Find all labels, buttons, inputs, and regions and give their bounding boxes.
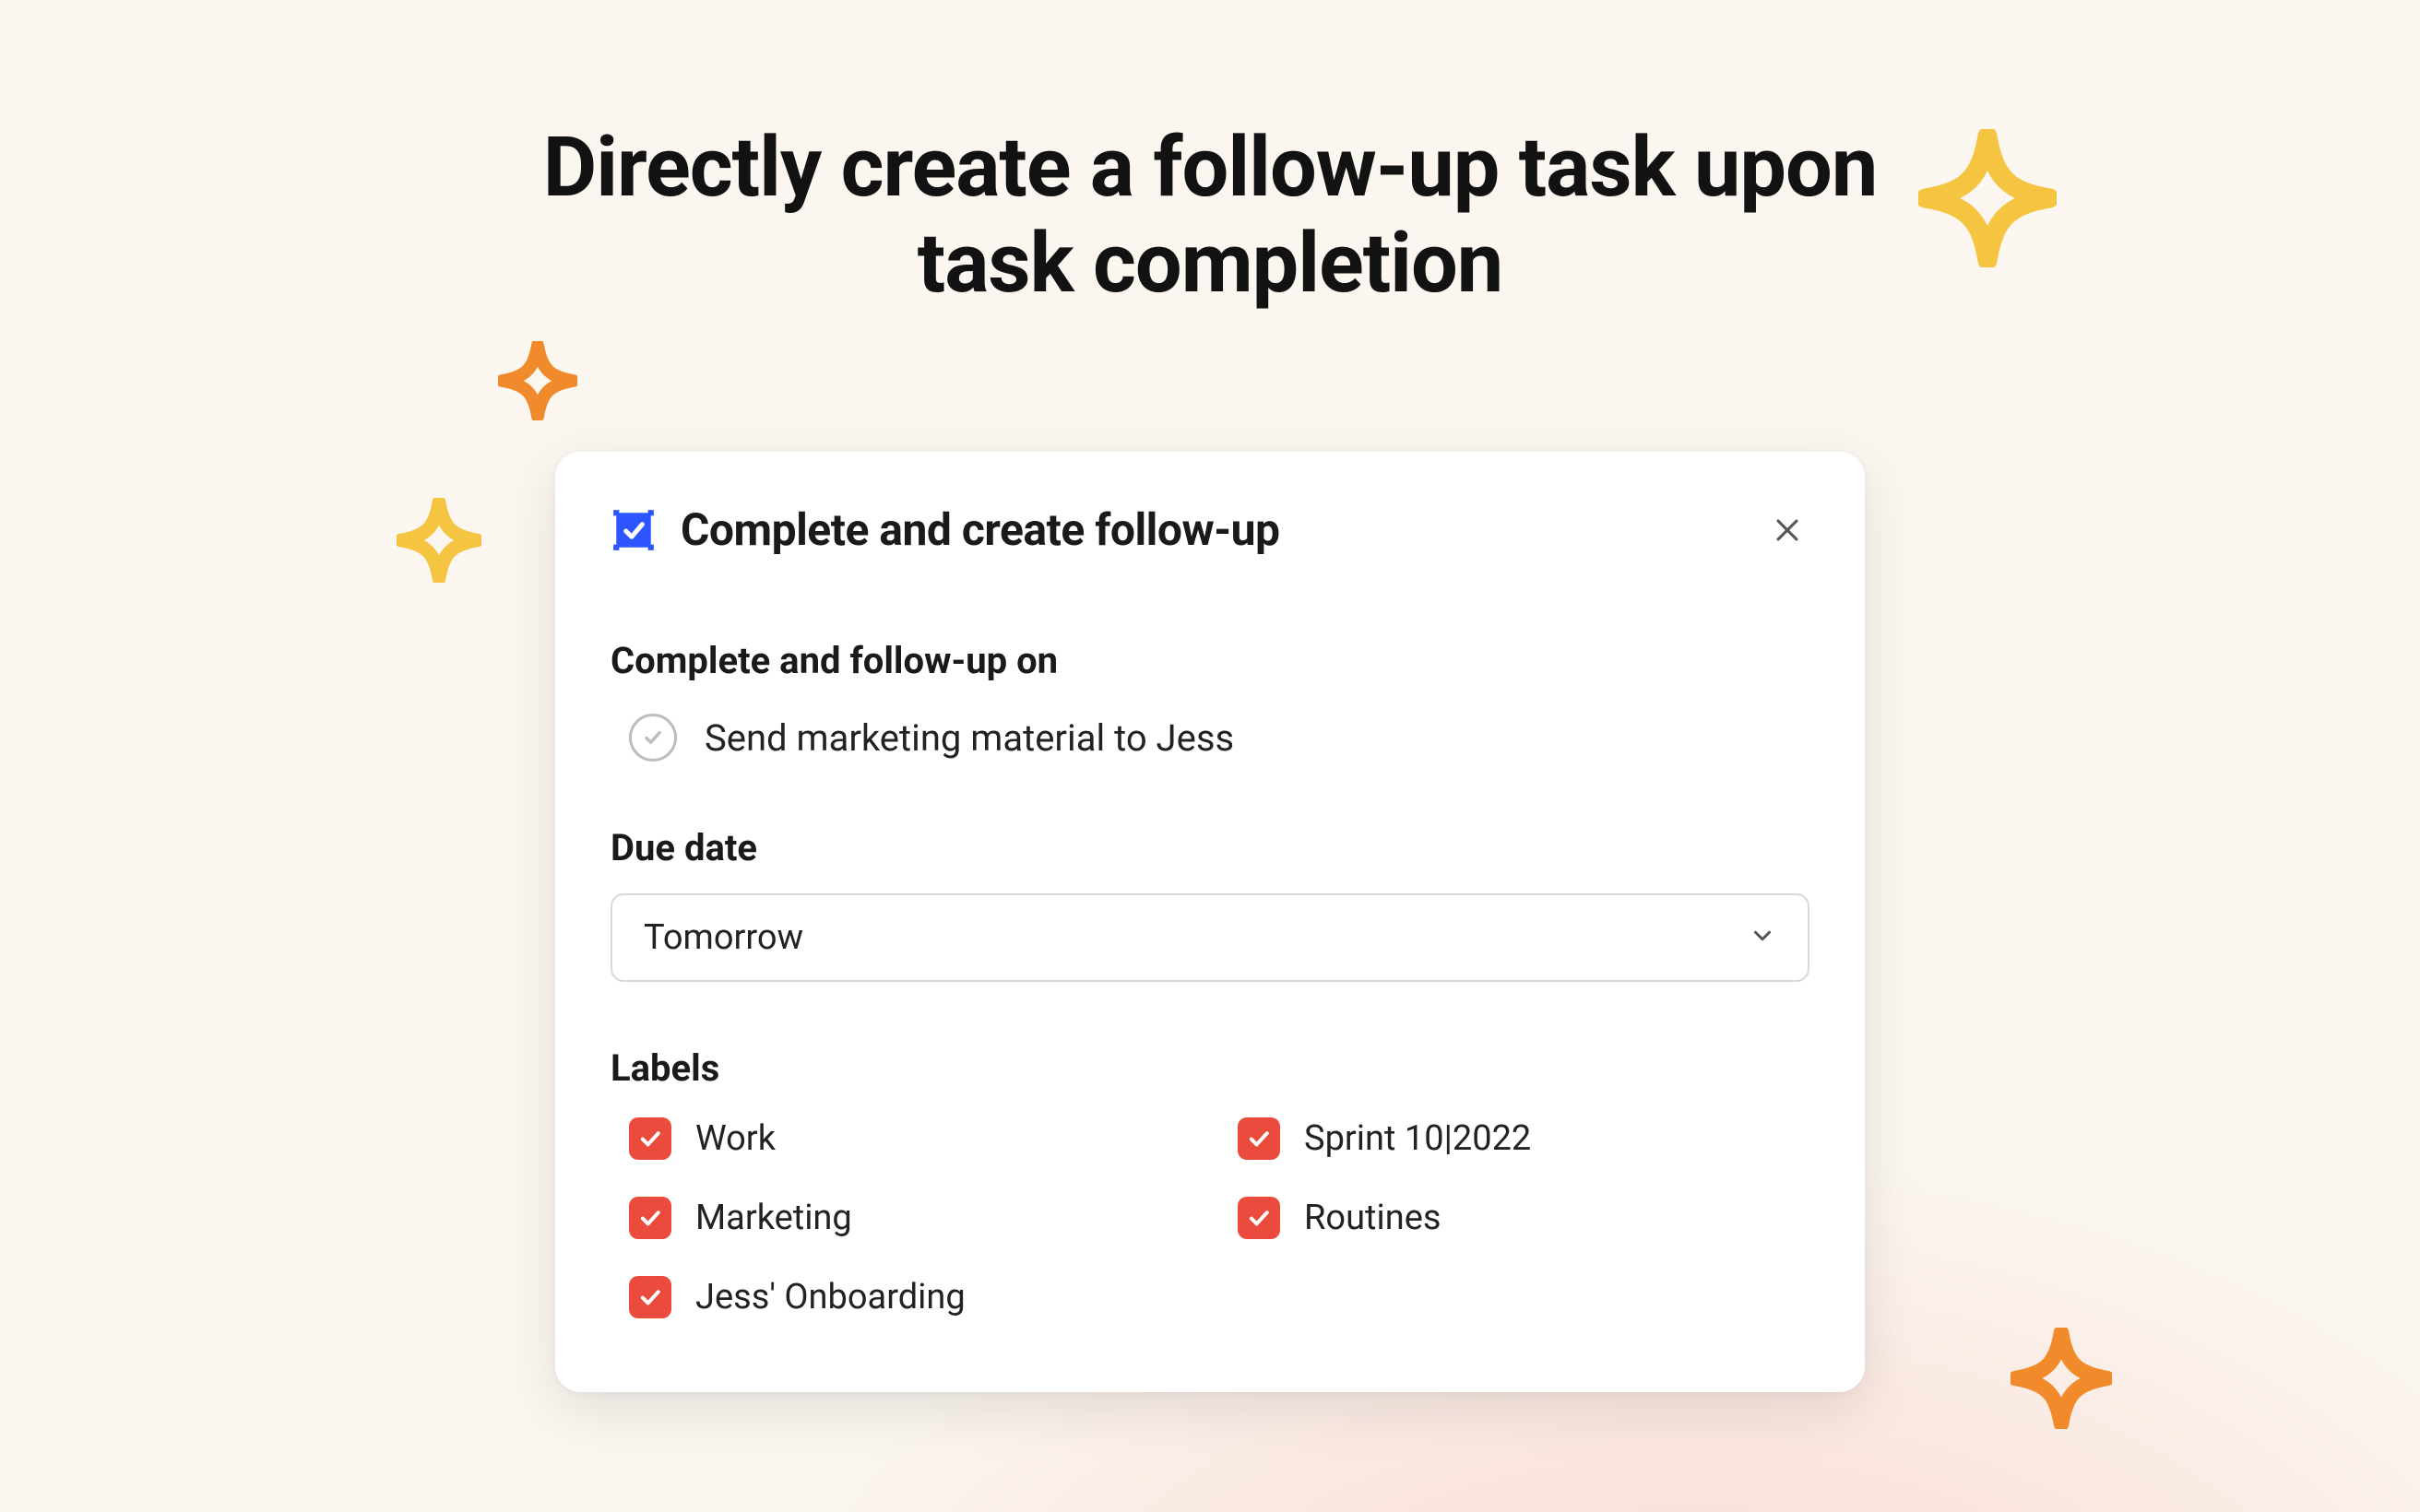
due-date-select[interactable]: Tomorrow	[611, 893, 1809, 982]
task-complete-circle-icon	[629, 714, 677, 762]
label-text: Routines	[1304, 1198, 1441, 1238]
close-button[interactable]	[1765, 508, 1809, 552]
label-checkbox-onboarding[interactable]: Jess' Onboarding	[629, 1276, 1201, 1318]
label-text: Sprint 10|2022	[1304, 1118, 1531, 1159]
sparkle-icon	[397, 498, 481, 583]
checkbox-checked-icon	[1238, 1117, 1280, 1160]
label-text: Marketing	[695, 1198, 852, 1238]
label-checkbox-marketing[interactable]: Marketing	[629, 1197, 1201, 1239]
due-date-heading: Due date	[611, 826, 1809, 869]
checkbox-checked-icon	[1238, 1197, 1280, 1239]
follow-up-heading: Complete and follow-up on	[611, 639, 1809, 682]
label-checkbox-routines[interactable]: Routines	[1238, 1197, 1809, 1239]
checkbox-checked-icon	[629, 1276, 671, 1318]
label-checkbox-work[interactable]: Work	[629, 1117, 1201, 1160]
source-task-row[interactable]: Send marketing material to Jess	[611, 714, 1809, 762]
checkbox-checked-icon	[629, 1117, 671, 1160]
label-checkbox-sprint[interactable]: Sprint 10|2022	[1238, 1117, 1809, 1160]
labels-heading: Labels	[611, 1046, 1809, 1090]
follow-up-modal: Complete and create follow-up Complete a…	[555, 452, 1865, 1392]
due-date-value: Tomorrow	[644, 917, 803, 958]
label-text: Work	[695, 1118, 776, 1159]
due-date-section: Due date Tomorrow	[611, 826, 1809, 982]
source-task-title: Send marketing material to Jess	[705, 716, 1234, 760]
label-text: Jess' Onboarding	[695, 1277, 966, 1317]
labels-grid: Work Sprint 10|2022 Marketing Routines	[611, 1117, 1809, 1318]
sparkle-icon	[1918, 129, 2057, 267]
hero-title: Directly create a follow-up task upon ta…	[518, 120, 1902, 311]
modal-header: Complete and create follow-up	[611, 503, 1809, 556]
task-complete-icon	[611, 507, 657, 553]
close-icon	[1772, 514, 1803, 546]
modal-title: Complete and create follow-up	[681, 503, 1280, 556]
labels-section: Labels Work Sprint 10|2022 Marketing	[611, 1046, 1809, 1318]
checkbox-checked-icon	[629, 1197, 671, 1239]
sparkle-icon	[2011, 1328, 2112, 1429]
sparkle-icon	[498, 341, 577, 420]
chevron-down-icon	[1749, 922, 1776, 953]
follow-up-section: Complete and follow-up on Send marketing…	[611, 639, 1809, 762]
